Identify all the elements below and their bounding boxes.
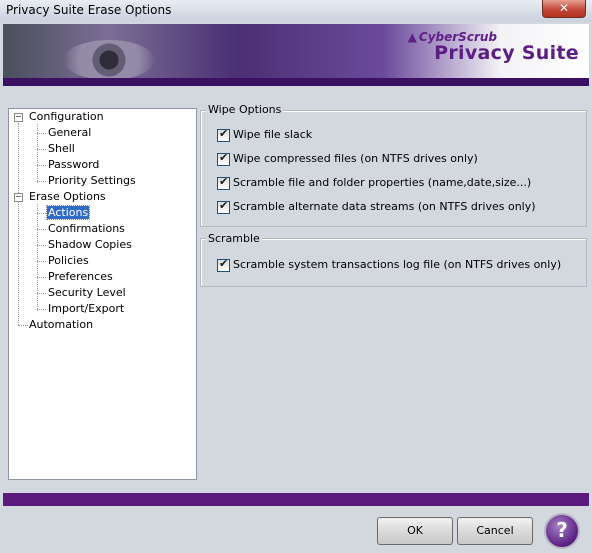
tree-item-configuration[interactable]: Configuration	[29, 110, 104, 124]
ok-button[interactable]: OK	[377, 517, 453, 545]
window-title: Privacy Suite Erase Options	[6, 3, 172, 17]
options-tree[interactable]: − Configuration General Shell Password P…	[8, 108, 197, 480]
tree-item-actions-label: Actions	[45, 205, 91, 220]
tree-line	[37, 229, 46, 230]
tree-line	[37, 165, 46, 166]
close-button[interactable]: ✕	[542, 0, 586, 18]
product-name: Privacy Suite	[434, 42, 579, 64]
wipe-compressed-files-checkbox[interactable]	[217, 151, 230, 166]
tree-line	[37, 293, 46, 294]
tree-item-import-export[interactable]: Import/Export	[48, 302, 124, 316]
cancel-button[interactable]: Cancel	[457, 517, 533, 545]
tree-item-priority-settings[interactable]: Priority Settings	[48, 174, 136, 188]
wipe-file-slack-label: Wipe file slack	[233, 128, 313, 141]
tree-item-automation[interactable]: Automation	[29, 318, 93, 332]
scramble-log-checkbox[interactable]	[217, 257, 230, 272]
tree-line	[18, 325, 28, 326]
banner-stripe	[3, 78, 589, 86]
tree-line	[18, 123, 19, 325]
wipe-file-slack-checkbox[interactable]	[217, 127, 230, 142]
collapse-erase-options-icon[interactable]: −	[14, 193, 23, 202]
tree-item-password[interactable]: Password	[48, 158, 99, 172]
tree-item-preferences[interactable]: Preferences	[48, 270, 113, 284]
scramble-log-label: Scramble system transactions log file (o…	[233, 258, 562, 271]
tree-item-shadow-copies[interactable]: Shadow Copies	[48, 238, 132, 252]
tree-line	[37, 261, 46, 262]
tree-line	[37, 133, 46, 134]
tree-line	[37, 181, 46, 182]
scramble-title: Scramble	[206, 232, 262, 245]
tree-line	[37, 204, 38, 311]
wipe-compressed-files-label: Wipe compressed files (on NTFS drives on…	[233, 152, 478, 165]
tree-item-shell[interactable]: Shell	[48, 142, 75, 156]
tree-item-policies[interactable]: Policies	[48, 254, 89, 268]
header-banner: ▲ CyberScrub Privacy Suite	[3, 24, 589, 86]
tree-item-confirmations[interactable]: Confirmations	[48, 222, 125, 236]
logo-triangle-icon: ▲	[407, 30, 417, 44]
eye-image	[63, 40, 155, 80]
tree-line	[37, 309, 46, 310]
tree-item-security-level[interactable]: Security Level	[48, 286, 126, 300]
tree-line	[37, 213, 46, 214]
title-bar: Privacy Suite Erase Options ✕	[0, 0, 592, 22]
scramble-streams-label: Scramble alternate data streams (on NTFS…	[233, 200, 536, 213]
tree-item-general[interactable]: General	[48, 126, 91, 140]
tree-line	[37, 245, 46, 246]
collapse-configuration-icon[interactable]: −	[14, 113, 23, 122]
footer-stripe	[3, 493, 589, 506]
help-icon[interactable]: ?	[544, 513, 580, 549]
scramble-streams-checkbox[interactable]	[217, 199, 230, 214]
scramble-properties-label: Scramble file and folder properties (nam…	[233, 176, 532, 189]
scramble-properties-checkbox[interactable]	[217, 175, 230, 190]
tree-line	[37, 149, 46, 150]
wipe-options-title: Wipe Options	[206, 103, 284, 116]
tree-line	[37, 277, 46, 278]
tree-item-erase-options[interactable]: Erase Options	[29, 190, 106, 204]
tree-item-actions[interactable]: Actions	[45, 205, 91, 220]
